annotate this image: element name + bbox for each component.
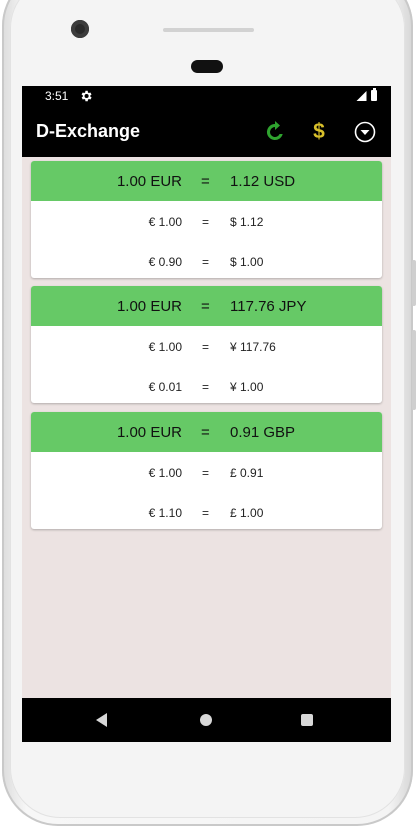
- earpiece-slot: [191, 60, 223, 73]
- rate-row: € 1.00 = £ 0.91: [31, 452, 382, 492]
- front-camera: [71, 20, 89, 38]
- row-equals: =: [202, 255, 210, 269]
- home-icon[interactable]: [200, 714, 212, 726]
- row-base-amount: € 1.10: [148, 506, 182, 520]
- volume-button: [412, 330, 416, 410]
- row-base-amount: € 1.00: [148, 215, 182, 229]
- header-base-amount: 1.00 EUR: [116, 173, 182, 190]
- rate-card-header: 1.00 EUR = 1.12 USD: [31, 161, 382, 201]
- rate-row: € 0.90 = $ 1.00: [31, 241, 382, 278]
- rate-row: € 1.00 = $ 1.12: [31, 201, 382, 241]
- currency-dollar-icon[interactable]: $: [307, 120, 331, 144]
- header-target-amount: 0.91 GBP: [230, 424, 296, 441]
- row-target-amount: £ 0.91: [230, 466, 264, 480]
- app-title: D-Exchange: [36, 121, 141, 141]
- header-base-amount: 1.00 EUR: [116, 424, 182, 441]
- row-target-amount: ¥ 117.76: [230, 340, 276, 354]
- status-bar: 3:51: [22, 86, 391, 107]
- row-target-amount: $ 1.00: [230, 255, 264, 269]
- refresh-icon[interactable]: [263, 120, 287, 144]
- battery-icon: [371, 88, 377, 101]
- recent-apps-icon[interactable]: [301, 714, 313, 726]
- row-base-amount: € 0.01: [148, 380, 182, 394]
- header-equals: =: [201, 298, 210, 315]
- header-base-amount: 1.00 EUR: [116, 298, 182, 315]
- row-equals: =: [202, 215, 210, 229]
- rate-card-jpy[interactable]: 1.00 EUR = 117.76 JPY € 1.00 = ¥ 117.76 …: [31, 286, 382, 403]
- power-button: [412, 260, 416, 306]
- rate-card-usd[interactable]: 1.00 EUR = 1.12 USD € 1.00 = $ 1.12 € 0.…: [31, 161, 382, 278]
- row-target-amount: $ 1.12: [230, 215, 264, 229]
- signal-icon: [356, 91, 367, 101]
- rate-row: € 0.01 = ¥ 1.00: [31, 366, 382, 403]
- settings-gear-icon: [81, 90, 92, 102]
- row-base-amount: € 0.90: [148, 255, 182, 269]
- app-toolbar: D-Exchange $: [22, 107, 391, 157]
- row-equals: =: [202, 340, 210, 354]
- device-screen: 3:51 D-Exchange $ 1.00 EUR = 1.12 USD €: [22, 86, 391, 742]
- rate-row: € 1.00 = ¥ 117.76: [31, 326, 382, 366]
- top-speaker-grille: [163, 28, 254, 32]
- system-nav-bar: [22, 698, 391, 742]
- row-equals: =: [202, 380, 210, 394]
- rate-card-gbp[interactable]: 1.00 EUR = 0.91 GBP € 1.00 = £ 0.91 € 1.…: [31, 412, 382, 529]
- rate-card-header: 1.00 EUR = 117.76 JPY: [31, 286, 382, 326]
- rate-card-header: 1.00 EUR = 0.91 GBP: [31, 412, 382, 452]
- row-target-amount: £ 1.00: [230, 506, 264, 520]
- row-base-amount: € 1.00: [148, 340, 182, 354]
- header-equals: =: [201, 173, 210, 190]
- status-time: 3:51: [45, 89, 69, 103]
- row-base-amount: € 1.00: [148, 466, 182, 480]
- dropdown-circle-icon[interactable]: [353, 120, 377, 144]
- rate-row: € 1.10 = £ 1.00: [31, 492, 382, 529]
- row-equals: =: [202, 506, 210, 520]
- rates-list: 1.00 EUR = 1.12 USD € 1.00 = $ 1.12 € 0.…: [22, 157, 391, 698]
- header-equals: =: [201, 424, 210, 441]
- row-target-amount: ¥ 1.00: [230, 380, 264, 394]
- back-icon[interactable]: [96, 713, 107, 727]
- row-equals: =: [202, 466, 210, 480]
- header-target-amount: 1.12 USD: [230, 173, 296, 190]
- header-target-amount: 117.76 JPY: [230, 298, 307, 315]
